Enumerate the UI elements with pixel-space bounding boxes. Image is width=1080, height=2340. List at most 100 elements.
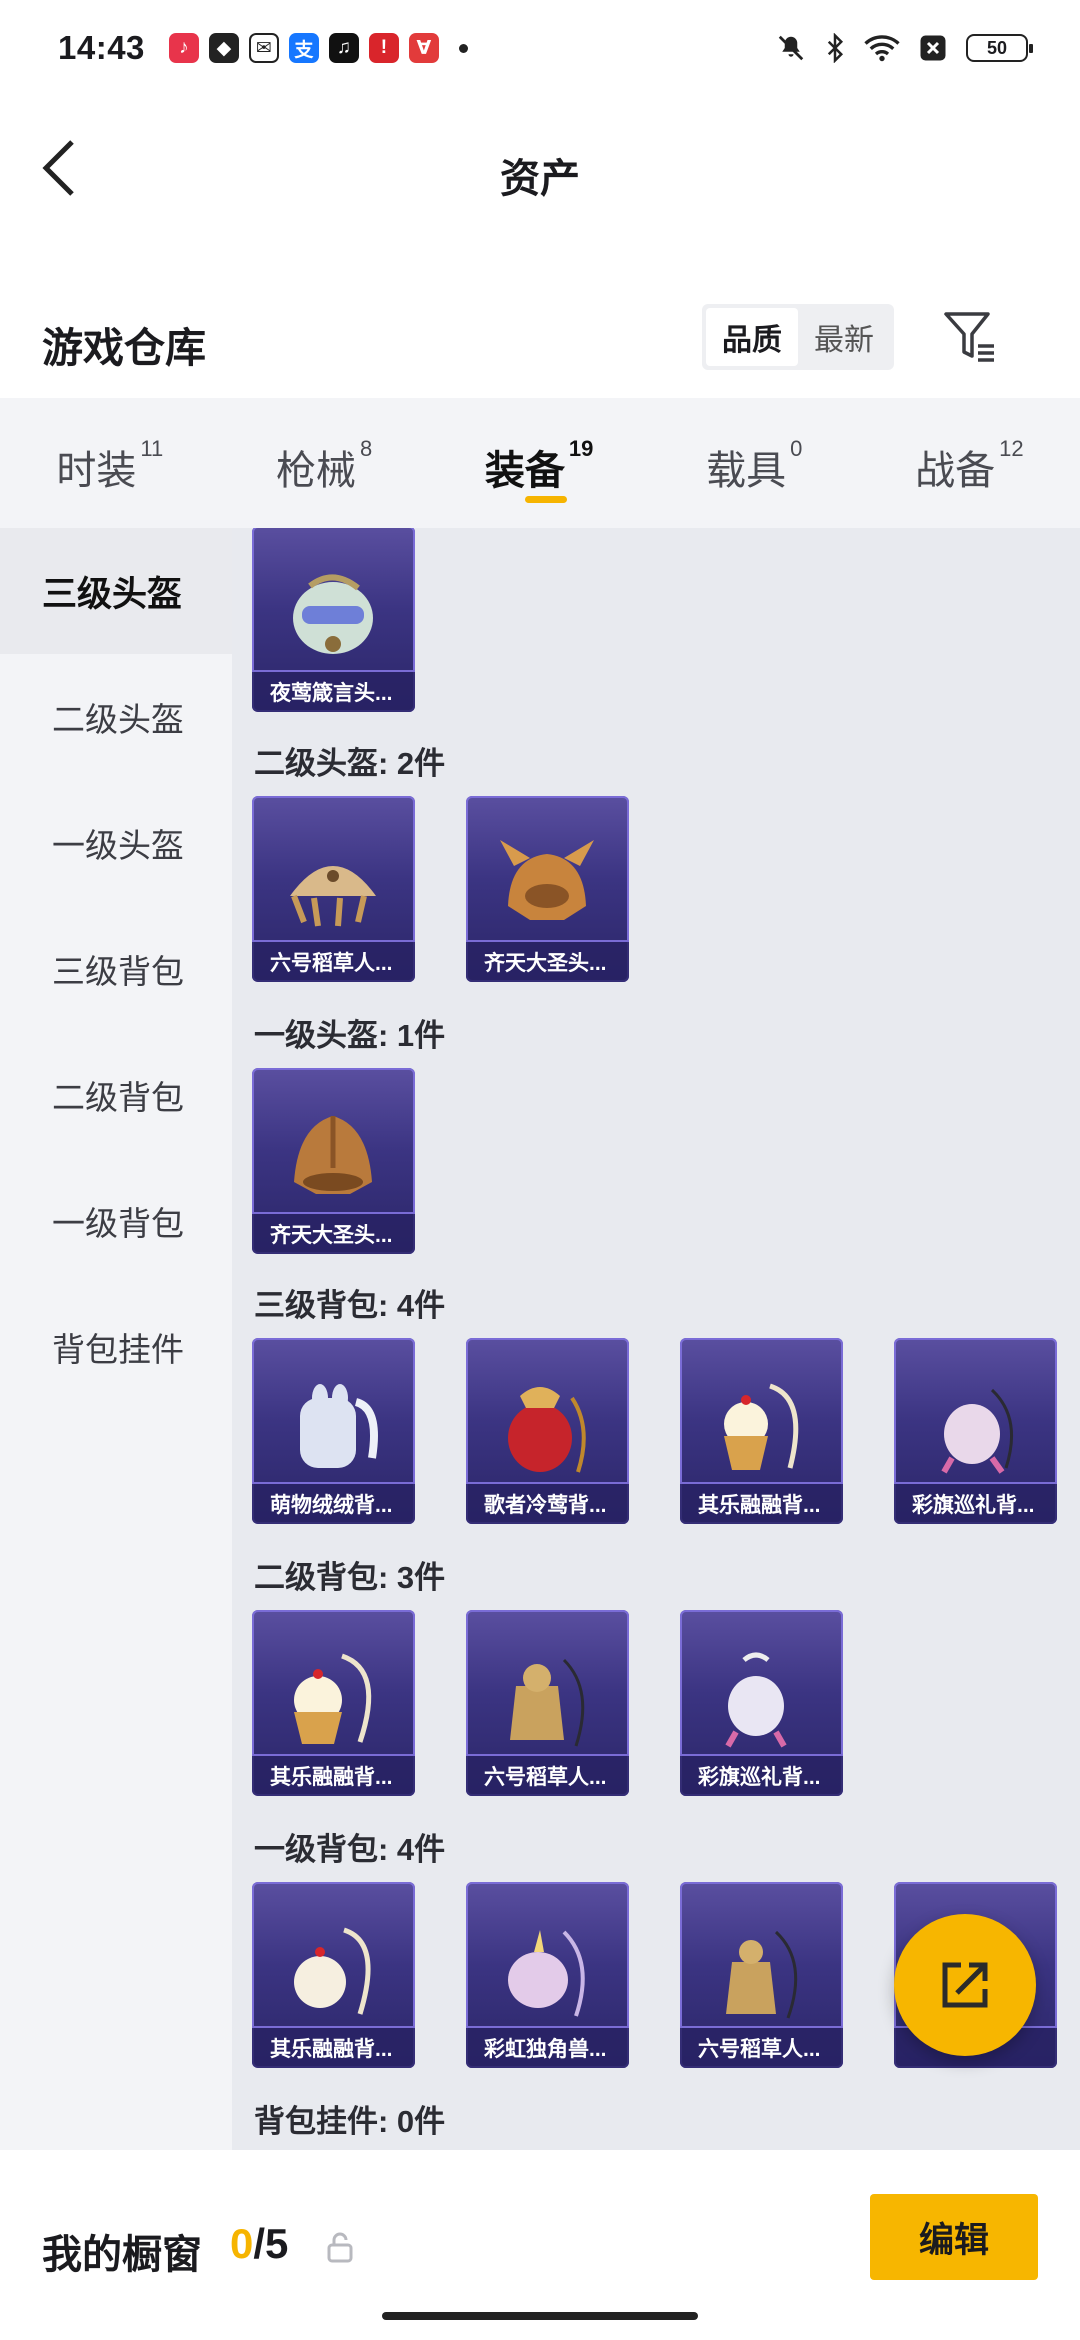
notification-icons: ♪ ◆ ✉ 支 ♫ ! ∀ [168, 33, 468, 63]
backpack-icon [724, 1383, 799, 1470]
sidebar-item-level3-helmet[interactable]: 三级头盔 [0, 528, 232, 654]
sidebar-item-level2-helmet[interactable]: 二级头盔 [0, 654, 232, 780]
tab-label: 战备 [915, 449, 996, 493]
item-name: 彩旗巡礼背... [894, 1482, 1057, 1524]
group-label: 二级背包: 3件 [254, 1560, 446, 1595]
category-tabs: 时装 11 枪械 8 装备 19 载具 0 战备 12 [0, 398, 1080, 528]
sort-toggle: 品质 最新 [702, 304, 894, 370]
tab-count: 8 [359, 436, 373, 461]
group-label: 一级头盔: 1件 [254, 1018, 446, 1053]
more-notifications-dot [458, 43, 468, 53]
showcase-count: 0/5 [230, 2220, 288, 2268]
item-card[interactable]: 其乐融融背... [680, 1338, 843, 1524]
sort-newest-button[interactable]: 最新 [798, 308, 890, 366]
page-title: 资产 [500, 157, 580, 201]
tab-label: 载具 [706, 449, 787, 493]
bluetooth-icon [827, 33, 844, 63]
backpack-icon [300, 1384, 378, 1468]
item-name: 彩旗巡礼背... [680, 1754, 843, 1796]
sort-quality-button[interactable]: 品质 [706, 308, 798, 366]
sidebar-item-backpack-charm[interactable]: 背包挂件 [0, 1284, 232, 1410]
backpack-icon [508, 1930, 585, 2017]
tab-count: 19 [568, 436, 594, 461]
item-card[interactable]: 歌者冷莺背... [466, 1338, 629, 1524]
title-bar: 资产 [0, 96, 1080, 246]
status-time: 14:43 [58, 29, 145, 66]
tab-count: 0 [790, 436, 803, 461]
filter-icon[interactable] [942, 308, 998, 364]
group-label: 背包挂件: 0件 [254, 2104, 446, 2139]
group-label: 一级背包: 4件 [254, 1832, 446, 1867]
wechat-icon: ✉ [248, 33, 279, 63]
backpack-icon [294, 1927, 371, 2015]
sidebar-item-level1-helmet[interactable]: 一级头盔 [0, 780, 232, 906]
shield-app-icon: ◆ [208, 33, 239, 63]
alipay-icon: 支 [288, 33, 319, 63]
status-bar: 14:43 ♪ ◆ ✉ 支 ♫ ! ∀ 50 [0, 0, 1080, 96]
item-name: 彩虹独角兽... [466, 2026, 629, 2068]
tab-count: 11 [140, 436, 164, 461]
tab-active-indicator [524, 496, 567, 503]
item-card[interactable]: 其乐融融背... [252, 1882, 415, 2068]
item-name: 萌物绒绒背... [252, 1482, 415, 1524]
item-name: 夜莺箴言头... [252, 670, 415, 712]
tab-label: 时装 [56, 449, 137, 493]
red-app-icon-2: ∀ [408, 33, 439, 63]
lock-icon [327, 2232, 353, 2263]
red-app-icon: ! [368, 33, 399, 63]
backpack-icon [726, 1930, 798, 2019]
share-button[interactable] [894, 1914, 1036, 2056]
sidebar-item-level3-backpack[interactable]: 三级背包 [0, 906, 232, 1032]
tab-fashion[interactable]: 时装 11 [56, 436, 164, 496]
item-card[interactable]: 彩旗巡礼背... [894, 1338, 1057, 1524]
backpack-icon [510, 1658, 585, 1747]
item-card[interactable]: 夜莺箴言头... [252, 528, 415, 712]
item-card[interactable]: 齐天大圣头... [252, 1068, 415, 1254]
tab-equipment[interactable]: 装备 19 [484, 436, 594, 503]
edit-button[interactable]: 编辑 [870, 2194, 1038, 2280]
item-name: 歌者冷莺背... [466, 1482, 629, 1524]
section-title: 游戏仓库 [42, 325, 206, 371]
backpack-icon [294, 1653, 372, 1744]
tab-supplies[interactable]: 战备 12 [915, 436, 1023, 496]
backpack-icon [725, 1652, 787, 1748]
system-icons: 50 [776, 33, 1033, 63]
battery-icon: 50 [966, 34, 1033, 62]
item-name: 其乐融融背... [680, 1482, 843, 1524]
item-card[interactable]: 齐天大圣头... [466, 796, 629, 982]
item-card[interactable]: 六号稻草人... [252, 796, 415, 982]
helmet-icon [290, 866, 376, 927]
item-name: 齐天大圣头... [466, 940, 629, 982]
group-label: 二级头盔: 2件 [254, 746, 446, 781]
item-grid: 夜莺箴言头... 二级头盔: 2件 六号稻草人... 齐天大圣头... 一级头盔… [232, 528, 1080, 2150]
item-name: 其乐融融背... [252, 1754, 415, 1796]
backpack-icon [941, 1388, 1013, 1474]
item-name: 六号稻草人... [680, 2026, 843, 2068]
tab-label: 枪械 [275, 449, 356, 493]
item-card[interactable]: 萌物绒绒背... [252, 1338, 415, 1524]
tab-guns[interactable]: 枪械 8 [275, 436, 373, 496]
showcase-total: /5 [253, 2220, 289, 2267]
home-indicator[interactable] [382, 2312, 698, 2320]
item-card[interactable]: 六号稻草人... [466, 1610, 629, 1796]
item-name: 齐天大圣头... [252, 1212, 415, 1254]
item-card[interactable]: 六号稻草人... [680, 1882, 843, 2068]
sidebar-item-level2-backpack[interactable]: 二级背包 [0, 1032, 232, 1158]
tiktok-icon: ♫ [328, 33, 359, 63]
helmet-icon [294, 1116, 372, 1194]
item-card[interactable]: 其乐融融背... [252, 1610, 415, 1796]
item-card[interactable]: 彩旗巡礼背... [680, 1610, 843, 1796]
music-icon: ♪ [168, 33, 199, 63]
backpack-icon [508, 1387, 586, 1473]
mute-icon [778, 35, 804, 61]
showcase-label: 我的橱窗 [42, 2233, 202, 2277]
tab-vehicles[interactable]: 载具 0 [706, 436, 803, 496]
helmet-icon [293, 574, 373, 654]
tab-label: 装备 [484, 449, 565, 493]
item-card[interactable]: 彩虹独角兽... [466, 1882, 629, 2068]
warehouse-header: 游戏仓库 品质 最新 [0, 290, 1080, 390]
sidebar-item-level1-backpack[interactable]: 一级背包 [0, 1158, 232, 1284]
wifi-icon [864, 35, 900, 62]
group-label: 三级背包: 4件 [254, 1288, 446, 1323]
item-name: 其乐融融背... [252, 2026, 415, 2068]
